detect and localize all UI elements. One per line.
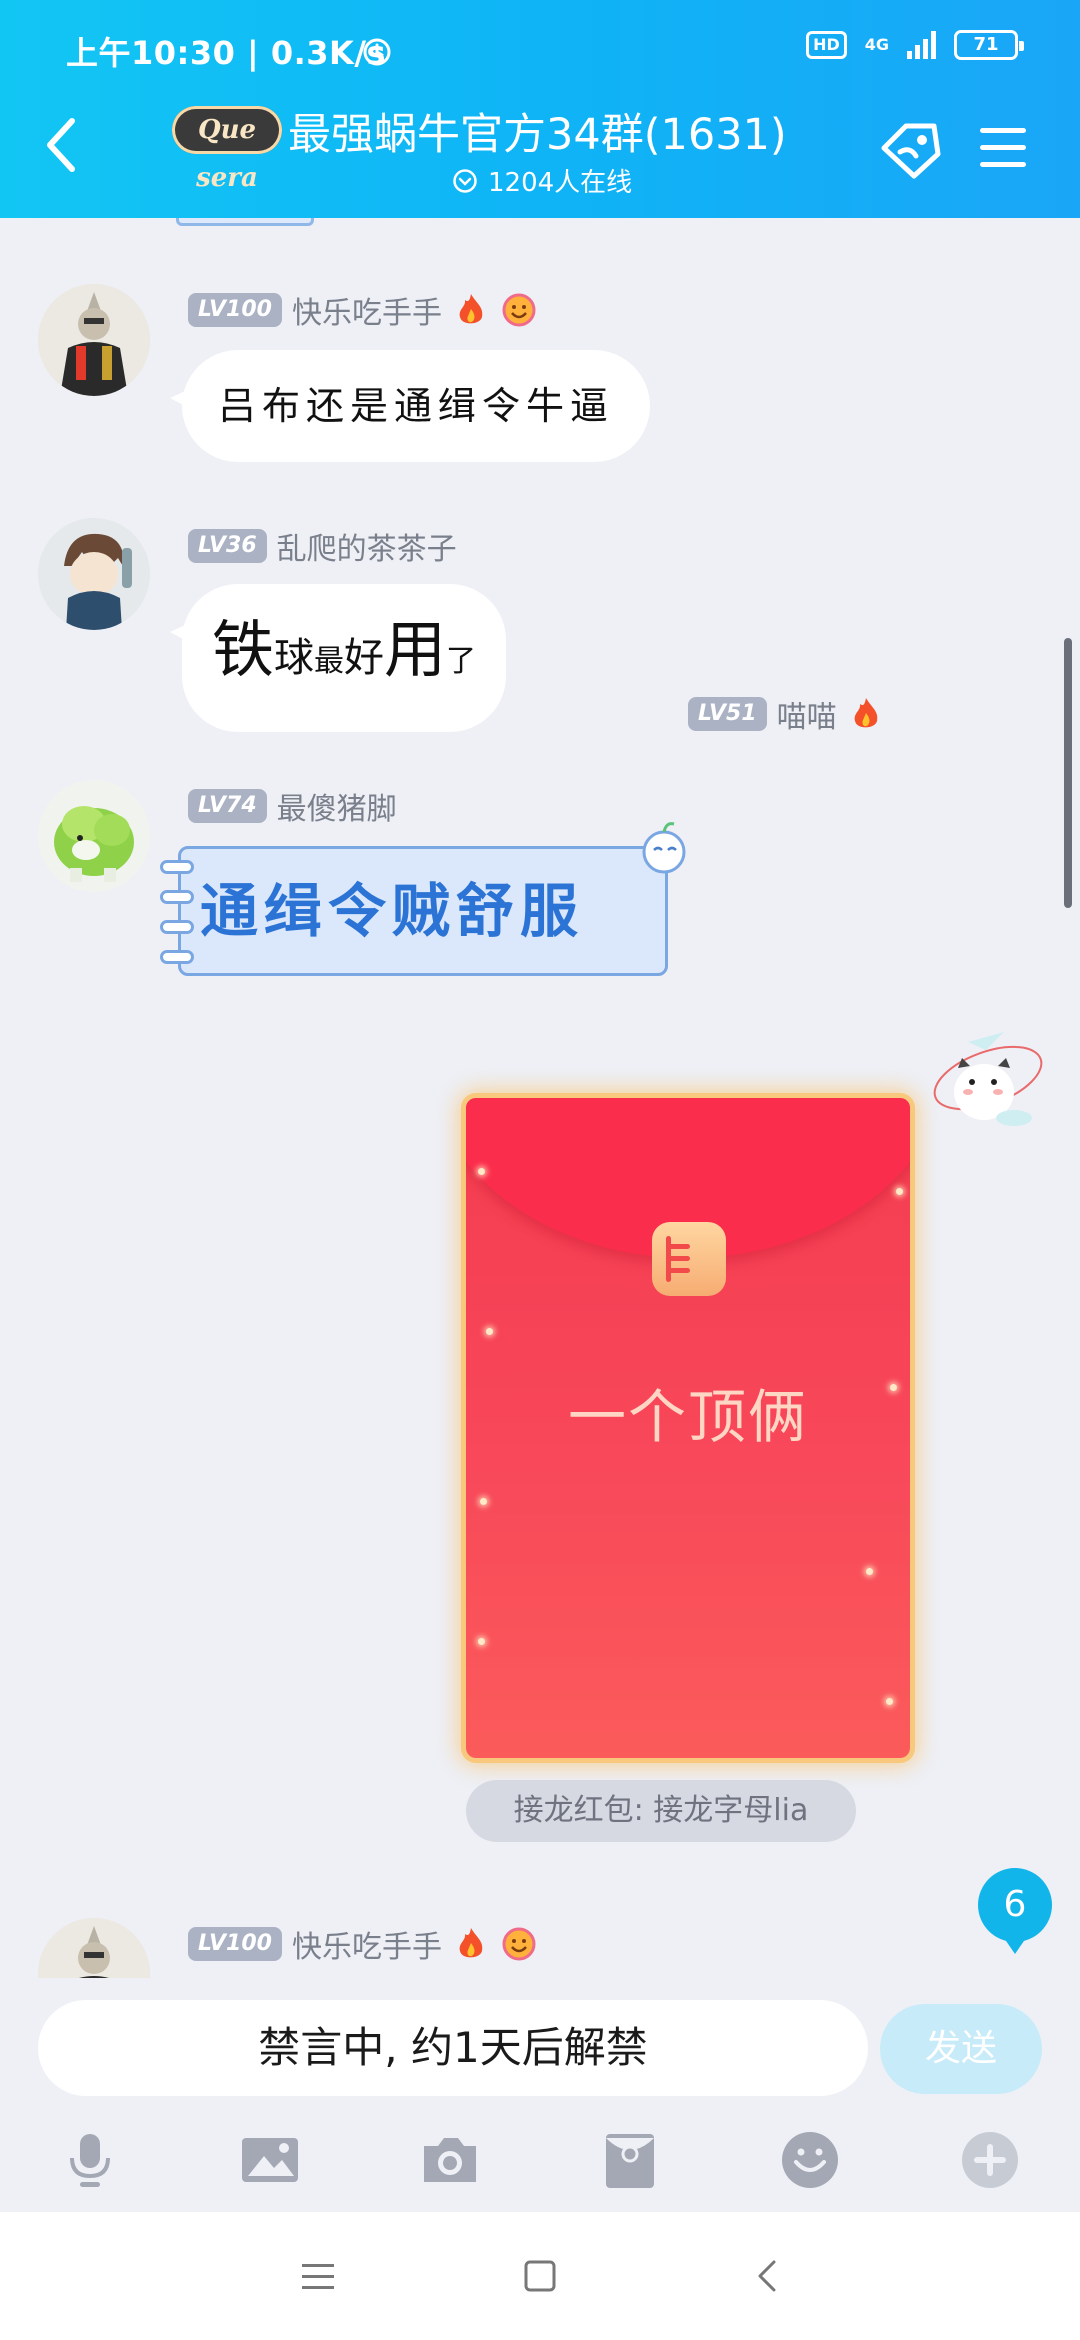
recents-icon[interactable] — [298, 2256, 338, 2296]
message-text-part: 最 — [314, 644, 345, 679]
alarm-icon — [363, 38, 391, 66]
level-badge: LV100 — [188, 1927, 282, 1961]
avatar-image — [38, 1918, 150, 1978]
sparkle — [866, 1568, 873, 1575]
sparkle — [896, 1188, 903, 1195]
sparkle — [480, 1498, 487, 1505]
avatar-image — [38, 284, 150, 396]
hd-badge: HD — [806, 31, 847, 59]
sender-meta: LV100 快乐吃手手 — [188, 288, 538, 332]
sender-meta: LV74 最傻猪脚 — [188, 784, 397, 828]
system-navigation-bar — [0, 2212, 1080, 2340]
message-text: 通缉令贼舒服 — [200, 877, 585, 945]
chat-header: 上午10:30 | 0.3K/s HD 4G 71 Que sera 最强蜗牛官… — [0, 0, 1080, 218]
sparkle — [478, 1168, 485, 1175]
binder-ring — [160, 920, 194, 934]
status-time-speed: 上午10:30 | 0.3K/s — [66, 34, 387, 72]
emoji-badge-icon — [502, 293, 536, 327]
status-bar: 上午10:30 | 0.3K/s HD 4G 71 — [0, 0, 1080, 90]
message-text-part: 用 — [384, 613, 447, 686]
sparkle — [478, 1638, 485, 1645]
online-count: 1204人在线 — [452, 162, 632, 199]
sparkle — [486, 1328, 493, 1335]
message-text-part: 了 — [446, 644, 477, 679]
previous-message-stub — [176, 218, 314, 226]
avatar-image — [38, 518, 150, 630]
group-logo[interactable]: Que sera — [172, 106, 282, 193]
red-packet-icon[interactable] — [598, 2128, 662, 2192]
avatar[interactable] — [928, 1018, 1048, 1138]
muted-input-field[interactable]: 禁言中, 约1天后解禁 — [38, 2000, 868, 2096]
level-badge: LV51 — [688, 697, 767, 731]
sender-name[interactable]: 最傻猪脚 — [277, 784, 397, 828]
plus-icon[interactable] — [958, 2128, 1022, 2192]
unread-count-badge[interactable]: 6 — [978, 1868, 1052, 1954]
message-text-part: 铁 — [212, 613, 275, 686]
signal-icon — [907, 31, 936, 59]
avatar-image — [933, 1032, 1043, 1126]
menu-icon[interactable] — [978, 124, 1028, 172]
sender-meta: LV51 喵喵 — [688, 692, 885, 736]
network-type: 4G — [864, 35, 889, 54]
binder-ring — [160, 890, 194, 904]
chevron-circle-icon — [453, 168, 477, 193]
group-tag-icon[interactable] — [876, 118, 946, 182]
emoji-icon[interactable] — [778, 2128, 842, 2192]
sparkle — [886, 1698, 893, 1705]
message-bubble[interactable]: 铁球最好用了 — [182, 584, 507, 732]
red-packet-seal-icon — [652, 1222, 726, 1296]
image-icon[interactable] — [238, 2128, 302, 2192]
fire-icon — [459, 1928, 483, 1958]
red-packet-card[interactable]: 一个顶俩 — [466, 1098, 910, 1758]
level-badge: LV100 — [188, 293, 282, 327]
red-packet-text: 一个顶俩 — [567, 1383, 808, 1451]
sender-name[interactable]: 快乐吃手手 — [292, 1922, 442, 1966]
mascot-sticker-icon — [642, 822, 686, 874]
fire-icon — [459, 294, 483, 324]
input-bar: 禁言中, 约1天后解禁 发送 — [0, 1978, 1080, 2116]
styled-message-bubble[interactable]: 通缉令贼舒服 — [160, 846, 668, 976]
sender-meta: LV100 快乐吃手手 — [188, 1922, 538, 1966]
avatar[interactable] — [38, 518, 150, 630]
message-text-part: 球 — [274, 635, 315, 681]
group-title[interactable]: 最强蜗牛官方34群(1631) — [288, 100, 787, 162]
mic-icon[interactable] — [58, 2128, 122, 2192]
sparkle — [890, 1384, 897, 1391]
emoji-badge-icon — [502, 1927, 536, 1961]
send-button[interactable]: 发送 — [880, 2004, 1042, 2094]
sender-name[interactable]: 喵喵 — [777, 692, 837, 736]
message-bubble[interactable]: 吕布还是通缉令牛逼 — [182, 350, 651, 462]
level-badge: LV36 — [188, 529, 267, 563]
avatar[interactable] — [38, 780, 150, 892]
online-count-text: 1204人在线 — [488, 168, 633, 198]
avatar[interactable] — [38, 284, 150, 396]
level-badge: LV74 — [188, 789, 267, 823]
red-packet-caption[interactable]: 接龙红包: 接龙字母lia — [466, 1780, 856, 1842]
camera-icon[interactable] — [418, 2128, 482, 2192]
fire-icon — [854, 698, 877, 728]
home-icon[interactable] — [520, 2256, 560, 2296]
chat-toolbar — [0, 2116, 1080, 2212]
binder-ring — [160, 860, 194, 874]
scrollbar[interactable] — [1064, 638, 1072, 908]
avatar[interactable] — [38, 1918, 150, 1978]
message-text-part: 好 — [344, 635, 385, 681]
back-nav-icon[interactable] — [748, 2256, 788, 2296]
sender-meta: LV36 乱爬的茶茶子 — [188, 524, 457, 568]
binder-ring — [160, 950, 194, 964]
sender-name[interactable]: 快乐吃手手 — [292, 288, 442, 332]
avatar-image — [38, 780, 150, 892]
back-arrow-icon[interactable] — [38, 115, 88, 175]
message-list[interactable]: LV100 快乐吃手手 吕布还是通缉令牛逼 LV36 乱爬的茶茶子 铁球最好用了 — [0, 218, 1080, 1978]
battery-icon: 71 — [954, 30, 1024, 60]
sender-name[interactable]: 乱爬的茶茶子 — [277, 524, 457, 568]
